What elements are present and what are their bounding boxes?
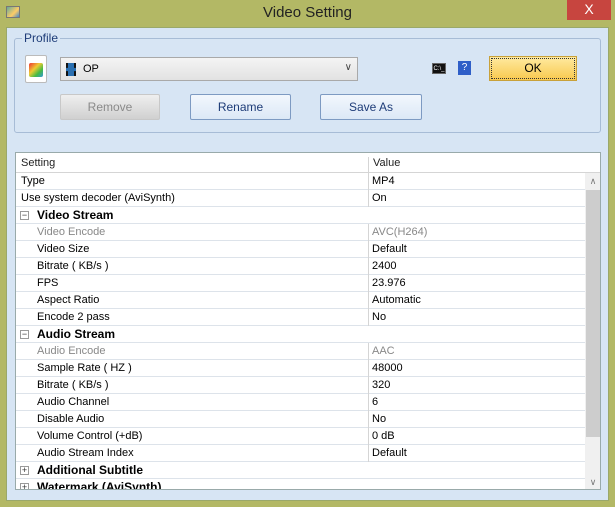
property-value[interactable]: MP4	[372, 175, 395, 187]
property-value[interactable]: Automatic	[372, 294, 421, 306]
property-row[interactable]: Bitrate ( KB/s ) 2400	[16, 258, 585, 275]
property-name: Bitrate ( KB/s )	[37, 260, 109, 272]
property-value[interactable]: 2400	[372, 260, 396, 272]
category-label: Watermark (AviSynth)	[37, 480, 162, 490]
profile-select[interactable]: OP ∨	[60, 57, 358, 81]
category-row[interactable]: + Additional Subtitle	[16, 462, 585, 479]
property-row[interactable]: FPS 23.976	[16, 275, 585, 292]
property-name: Bitrate ( KB/s )	[37, 379, 109, 391]
collapse-icon[interactable]: −	[20, 330, 29, 339]
category-label: Audio Stream	[37, 327, 116, 341]
ok-button-label: OK	[491, 58, 575, 79]
property-name: Use system decoder (AviSynth)	[21, 192, 175, 204]
property-row[interactable]: Aspect Ratio Automatic	[16, 292, 585, 309]
property-row[interactable]: Audio Channel 6	[16, 394, 585, 411]
property-name: Volume Control (+dB)	[37, 430, 143, 442]
remove-button[interactable]: Remove	[60, 94, 160, 120]
property-row[interactable]: Audio Encode AAC	[16, 343, 585, 360]
property-value[interactable]: 23.976	[372, 277, 406, 289]
grid-header: Setting Value	[16, 153, 600, 177]
property-name: Sample Rate ( HZ )	[37, 362, 132, 374]
property-value[interactable]: No	[372, 413, 386, 425]
command-line-icon[interactable]: C:\_	[432, 63, 446, 74]
property-value[interactable]: On	[372, 192, 387, 204]
expand-icon[interactable]: +	[20, 483, 29, 489]
property-row[interactable]: Bitrate ( KB/s ) 320	[16, 377, 585, 394]
property-row[interactable]: Video Encode AVC(H264)	[16, 224, 585, 241]
property-value[interactable]: 320	[372, 379, 390, 391]
collapse-icon[interactable]: −	[20, 211, 29, 220]
property-name: Audio Encode	[37, 345, 106, 357]
film-icon	[66, 63, 76, 76]
category-label: Additional Subtitle	[37, 463, 143, 477]
property-value[interactable]: AVC(H264)	[372, 226, 427, 238]
grid-rows: Type MP4 Use system decoder (AviSynth) On − V…	[16, 173, 585, 490]
category-row[interactable]: − Video Stream	[16, 207, 585, 224]
vertical-scrollbar[interactable]: ∧ ∨	[585, 173, 600, 489]
property-value[interactable]: AAC	[372, 345, 395, 357]
property-row[interactable]: Use system decoder (AviSynth) On	[16, 190, 585, 207]
scroll-down-icon[interactable]: ∨	[585, 474, 600, 489]
title-bar: Video Setting X	[0, 0, 615, 27]
property-value[interactable]: 6	[372, 396, 378, 408]
category-row[interactable]: − Audio Stream	[16, 326, 585, 343]
help-icon[interactable]: ?	[458, 61, 471, 75]
property-name: Audio Channel	[37, 396, 110, 408]
window-title: Video Setting	[263, 4, 352, 21]
property-row[interactable]: Sample Rate ( HZ ) 48000	[16, 360, 585, 377]
property-name: Encode 2 pass	[37, 311, 110, 323]
property-value[interactable]: 48000	[372, 362, 403, 374]
property-row[interactable]: Encode 2 pass No	[16, 309, 585, 326]
ok-button[interactable]: OK	[489, 56, 577, 81]
property-value[interactable]: 0 dB	[372, 430, 395, 442]
property-name: Video Size	[37, 243, 90, 255]
property-row[interactable]: Video Size Default	[16, 241, 585, 258]
property-name: Video Encode	[37, 226, 106, 238]
property-name: Aspect Ratio	[37, 294, 100, 306]
property-name: Audio Stream Index	[37, 447, 134, 459]
profile-file-icon	[25, 55, 47, 83]
property-name: Type	[21, 175, 45, 187]
profile-select-value: OP	[83, 63, 99, 75]
category-row[interactable]: + Watermark (AviSynth)	[16, 479, 585, 490]
save-as-button[interactable]: Save As	[320, 94, 422, 120]
profile-group-label: Profile	[22, 31, 61, 45]
column-header-value[interactable]: Value	[373, 157, 400, 169]
category-label: Video Stream	[37, 208, 114, 222]
chevron-down-icon: ∨	[344, 62, 352, 73]
expand-icon[interactable]: +	[20, 466, 29, 475]
scrollbar-thumb[interactable]	[586, 190, 600, 437]
property-row[interactable]: Audio Stream Index Default	[16, 445, 585, 462]
column-header-setting[interactable]: Setting	[21, 157, 55, 169]
property-name: Disable Audio	[37, 413, 105, 425]
settings-grid: Setting Value Type MP4 Use system decoder …	[15, 152, 601, 490]
close-button[interactable]: X	[567, 0, 611, 20]
property-value[interactable]: Default	[372, 447, 407, 459]
property-value[interactable]: Default	[372, 243, 407, 255]
property-row[interactable]: Volume Control (+dB) 0 dB	[16, 428, 585, 445]
rename-button[interactable]: Rename	[190, 94, 291, 120]
property-row[interactable]: Type MP4	[16, 173, 585, 190]
property-row[interactable]: Disable Audio No	[16, 411, 585, 428]
scroll-up-icon[interactable]: ∧	[585, 173, 600, 189]
property-value[interactable]: No	[372, 311, 386, 323]
property-name: FPS	[37, 277, 59, 289]
